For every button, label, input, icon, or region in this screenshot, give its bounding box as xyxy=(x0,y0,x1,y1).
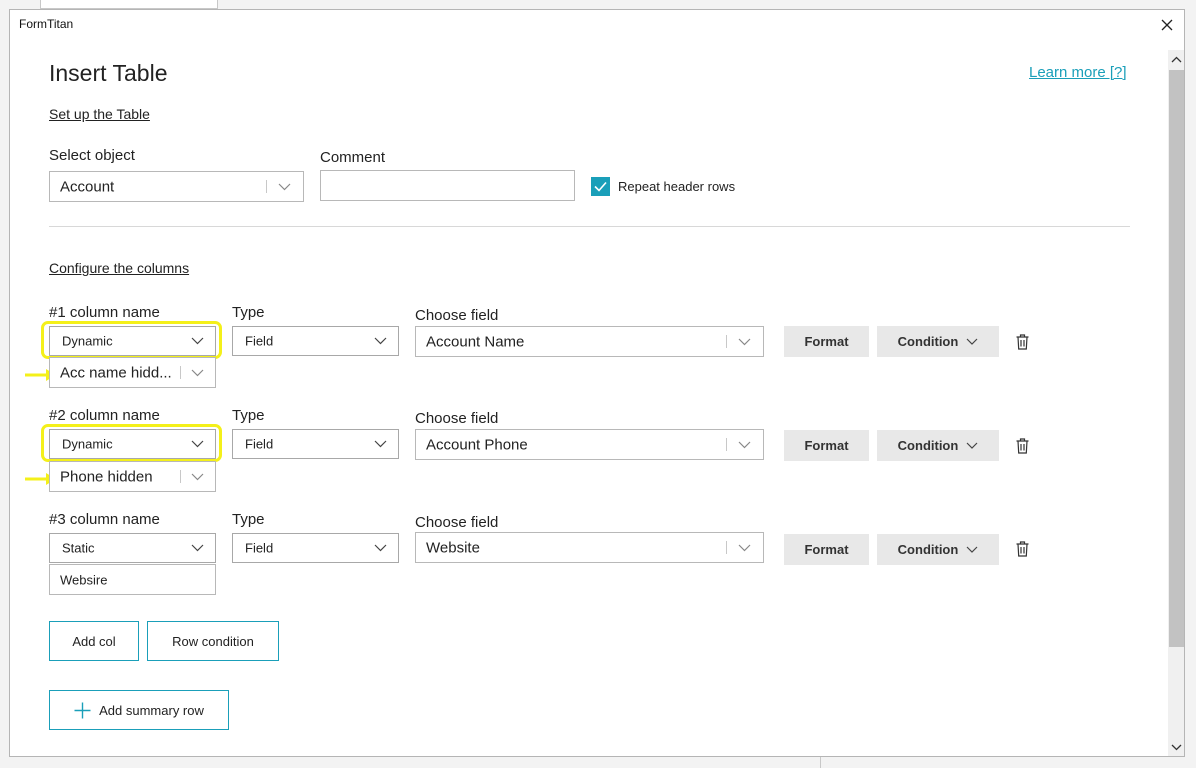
column-2-type-label: Type xyxy=(232,407,265,424)
chevron-down-icon xyxy=(1171,744,1182,750)
chevron-down-icon xyxy=(738,436,751,454)
column-2-type-dropdown[interactable]: Field xyxy=(232,429,399,459)
column-1-format-button[interactable]: Format xyxy=(784,326,869,357)
chevron-down-icon xyxy=(374,539,387,557)
chevron-down-icon xyxy=(278,178,291,196)
chevron-down-icon xyxy=(966,546,978,553)
column-3-type-value: Field xyxy=(245,540,274,556)
scroll-up-button[interactable] xyxy=(1168,50,1184,68)
trash-icon[interactable] xyxy=(1016,541,1029,557)
scrollbar-thumb[interactable] xyxy=(1169,70,1184,647)
column-1-field-dropdown[interactable]: Account Name xyxy=(415,326,764,357)
chevron-down-icon xyxy=(966,338,978,345)
column-3-type-label: Type xyxy=(232,511,265,528)
column-1-condition-button[interactable]: Condition xyxy=(877,326,999,357)
chevron-down-icon xyxy=(191,539,204,557)
add-col-button[interactable]: Add col xyxy=(49,621,139,661)
setup-table-link[interactable]: Set up the Table xyxy=(49,106,150,122)
column-2-format-button[interactable]: Format xyxy=(784,430,869,461)
dialog-content: Insert Table Learn more [?] Set up the T… xyxy=(10,10,1168,756)
column-3-format-button[interactable]: Format xyxy=(784,534,869,565)
column-2-name-value: Phone hidden xyxy=(60,468,153,485)
chevron-down-icon xyxy=(738,539,751,557)
column-1-name-mode-value: Dynamic xyxy=(62,333,113,349)
column-3-field-label: Choose field xyxy=(415,514,499,531)
column-2-field-label: Choose field xyxy=(415,410,499,427)
column-1-type-dropdown[interactable]: Field xyxy=(232,326,399,356)
repeat-header-checkbox[interactable] xyxy=(591,177,610,196)
chevron-down-icon xyxy=(374,332,387,350)
trash-icon[interactable] xyxy=(1016,334,1029,350)
select-object-label: Select object xyxy=(49,147,135,164)
column-1-field-label: Choose field xyxy=(415,307,499,324)
column-2-condition-button[interactable]: Condition xyxy=(877,430,999,461)
column-1-name-label: #1 column name xyxy=(49,304,160,321)
chevron-down-icon xyxy=(738,333,751,351)
dropdown-separator xyxy=(726,335,727,348)
column-2-field-dropdown[interactable]: Account Phone xyxy=(415,429,764,460)
chevron-down-icon xyxy=(191,468,204,486)
trash-icon[interactable] xyxy=(1016,438,1029,454)
scroll-down-button[interactable] xyxy=(1168,738,1184,756)
column-3-name-mode-value: Static xyxy=(62,540,95,556)
dropdown-separator xyxy=(180,366,181,379)
select-object-dropdown[interactable]: Account xyxy=(49,171,304,202)
vertical-scrollbar[interactable] xyxy=(1168,50,1184,756)
dropdown-separator xyxy=(266,180,267,193)
add-summary-row-button[interactable]: Add summary row xyxy=(49,690,229,730)
column-2-name-label: #2 column name xyxy=(49,407,160,424)
column-2-type-value: Field xyxy=(245,436,274,452)
comment-input[interactable] xyxy=(320,170,575,201)
column-3-name-value: Websire xyxy=(60,572,108,587)
column-1-field-value: Account Name xyxy=(426,333,525,350)
chevron-down-icon xyxy=(374,435,387,453)
row-condition-button[interactable]: Row condition xyxy=(147,621,279,661)
page-title: Insert Table xyxy=(49,60,168,86)
column-1-name-mode-dropdown[interactable]: Dynamic xyxy=(49,326,216,356)
add-summary-row-label: Add summary row xyxy=(99,702,204,718)
select-object-value: Account xyxy=(60,178,115,195)
section-divider xyxy=(49,226,1130,227)
column-2-name-mode-dropdown[interactable]: Dynamic xyxy=(49,429,216,459)
column-3-name-input[interactable]: Websire xyxy=(49,564,216,595)
chevron-down-icon xyxy=(191,435,204,453)
chevron-down-icon xyxy=(191,364,204,382)
column-1-type-label: Type xyxy=(232,304,265,321)
column-1-type-value: Field xyxy=(245,333,274,349)
column-2-condition-label: Condition xyxy=(897,438,959,453)
plus-icon xyxy=(74,702,91,718)
checkmark-icon xyxy=(594,181,607,192)
column-3-type-dropdown[interactable]: Field xyxy=(232,533,399,563)
background-divider xyxy=(820,757,821,768)
column-3-name-mode-dropdown[interactable]: Static xyxy=(49,533,216,563)
comment-label: Comment xyxy=(320,149,386,166)
background-tab xyxy=(40,0,218,9)
configure-columns-link[interactable]: Configure the columns xyxy=(49,260,189,276)
dropdown-separator xyxy=(726,541,727,554)
column-3-condition-button[interactable]: Condition xyxy=(877,534,999,565)
column-2-name-mode-value: Dynamic xyxy=(62,436,113,452)
column-3-condition-label: Condition xyxy=(897,542,959,557)
learn-more-link[interactable]: Learn more [?] xyxy=(1029,64,1127,81)
column-2-field-value: Account Phone xyxy=(426,436,528,453)
column-3-field-value: Website xyxy=(426,539,480,556)
column-2-name-value-dropdown[interactable]: Phone hidden xyxy=(49,461,216,492)
column-3-field-dropdown[interactable]: Website xyxy=(415,532,764,563)
dropdown-separator xyxy=(180,470,181,483)
chevron-up-icon xyxy=(1171,56,1182,62)
chevron-down-icon xyxy=(966,442,978,449)
column-3-name-label: #3 column name xyxy=(49,511,160,528)
column-1-condition-label: Condition xyxy=(897,334,959,349)
dropdown-separator xyxy=(726,438,727,451)
insert-table-dialog: FormTitan Insert Table Learn more [?] Se… xyxy=(9,9,1185,757)
column-1-name-value: Acc name hidd... xyxy=(60,364,172,381)
column-1-name-value-dropdown[interactable]: Acc name hidd... xyxy=(49,357,216,388)
repeat-header-label: Repeat header rows xyxy=(618,179,736,194)
chevron-down-icon xyxy=(191,332,204,350)
